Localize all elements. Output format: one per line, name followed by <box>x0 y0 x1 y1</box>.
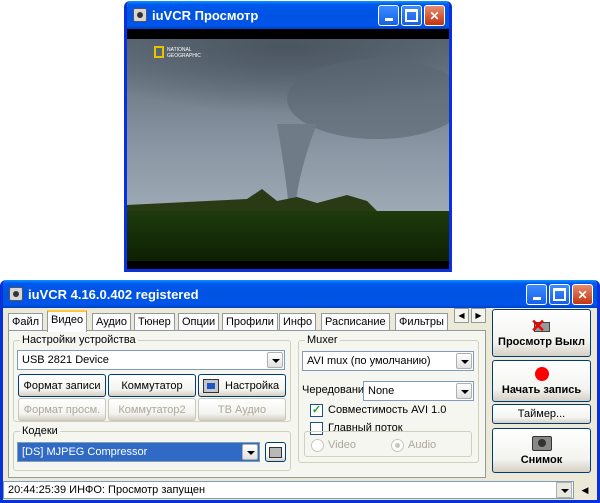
avi-compat-label: Совместимость AVI 1.0 <box>328 404 447 416</box>
preview-titlebar[interactable]: iuVCR Просмотр ✕ <box>127 1 449 29</box>
timer-button[interactable]: Таймер... <box>492 404 591 424</box>
minimize-button[interactable] <box>378 5 399 26</box>
tab-options[interactable]: Опции <box>178 313 220 331</box>
maximize-button[interactable] <box>549 284 570 305</box>
codecs-label: Кодеки <box>20 425 60 437</box>
video-preview: NATIONAL GEOGRAPHIC <box>127 29 449 269</box>
settings-button[interactable]: Настройка <box>198 374 286 397</box>
chevron-down-icon <box>561 489 569 493</box>
start-recording-button[interactable]: Начать запись <box>492 360 591 402</box>
switch-button[interactable]: Коммутатор <box>108 374 196 397</box>
settings-icon <box>203 378 219 393</box>
tab-scroll-left[interactable]: ◀ <box>454 308 469 323</box>
tab-info[interactable]: Инфо <box>279 313 317 331</box>
close-button[interactable]: ✕ <box>572 284 593 305</box>
interleave-label: Чередовани <box>302 384 365 396</box>
codec-properties-button[interactable] <box>265 442 286 462</box>
chevron-down-icon[interactable] <box>456 383 472 399</box>
app-icon <box>133 8 147 22</box>
muxer-label: Muxer <box>305 334 340 346</box>
muxer-select[interactable]: AVI mux (по умолчанию) <box>302 351 474 371</box>
switch2-button[interactable]: Коммутатор2 <box>108 398 196 421</box>
status-dropdown-button[interactable] <box>556 482 572 498</box>
close-button[interactable]: ✕ <box>424 5 445 26</box>
tab-filters[interactable]: Фильтры <box>395 313 448 331</box>
interleave-select[interactable]: None <box>363 381 474 401</box>
device-select[interactable]: USB 2821 Device <box>17 350 285 370</box>
tornado-video-frame: NATIONAL GEOGRAPHIC <box>127 29 449 269</box>
tab-audio[interactable]: Аудио <box>92 313 132 331</box>
properties-icon <box>269 446 282 458</box>
preview-window: iuVCR Просмотр ✕ NATIONAL GEOGRAPHIC <box>124 1 452 272</box>
camera-icon <box>531 435 552 451</box>
tv-audio-button[interactable]: ТВ Аудио <box>198 398 286 421</box>
camera-off-icon: ✕ <box>531 317 553 335</box>
chevron-down-icon[interactable] <box>267 352 283 368</box>
preview-format-button[interactable]: Формат просм. <box>18 398 106 421</box>
status-bar: 20:44:25:39 ИНФО: Просмотр запущен <box>3 481 574 499</box>
main-titlebar[interactable]: iuVCR 4.16.0.402 registered ✕ <box>3 280 597 308</box>
tab-video[interactable]: Видео <box>47 310 88 332</box>
record-icon <box>534 366 549 381</box>
tab-scroll-right[interactable]: ▶ <box>471 308 486 323</box>
audio-radio-label: Audio <box>408 439 437 451</box>
record-format-button[interactable]: Формат записи <box>18 374 106 397</box>
tab-file[interactable]: Файл <box>8 313 44 331</box>
chevron-down-icon[interactable] <box>242 444 258 460</box>
app-icon <box>9 287 23 301</box>
minimize-button[interactable] <box>526 284 547 305</box>
status-text: 20:44:25:39 ИНФО: Просмотр запущен <box>8 484 206 496</box>
codec-select[interactable]: [DS] MJPEG Compressor <box>17 442 260 462</box>
chevron-down-icon[interactable] <box>456 353 472 369</box>
preview-off-button[interactable]: ✕ Просмотр Выкл <box>492 309 591 357</box>
avi-compat-checkbox[interactable]: ✓ <box>310 404 323 417</box>
video-radio-label: Video <box>328 439 356 451</box>
svg-text:GEOGRAPHIC: GEOGRAPHIC <box>167 53 201 59</box>
video-radio[interactable] <box>311 439 324 452</box>
maximize-button[interactable] <box>401 5 422 26</box>
main-title: iuVCR 4.16.0.402 registered <box>28 286 199 302</box>
audio-radio[interactable] <box>391 439 404 452</box>
tab-profiles[interactable]: Профили <box>222 313 278 331</box>
device-settings-label: Настройки устройства <box>20 334 138 346</box>
snapshot-button[interactable]: Снимок <box>492 428 591 473</box>
preview-title: iuVCR Просмотр <box>152 7 259 23</box>
tab-schedule[interactable]: Расписание <box>321 313 390 331</box>
status-left-arrow[interactable]: ◀ <box>577 482 593 498</box>
tab-tuner[interactable]: Тюнер <box>134 313 175 331</box>
